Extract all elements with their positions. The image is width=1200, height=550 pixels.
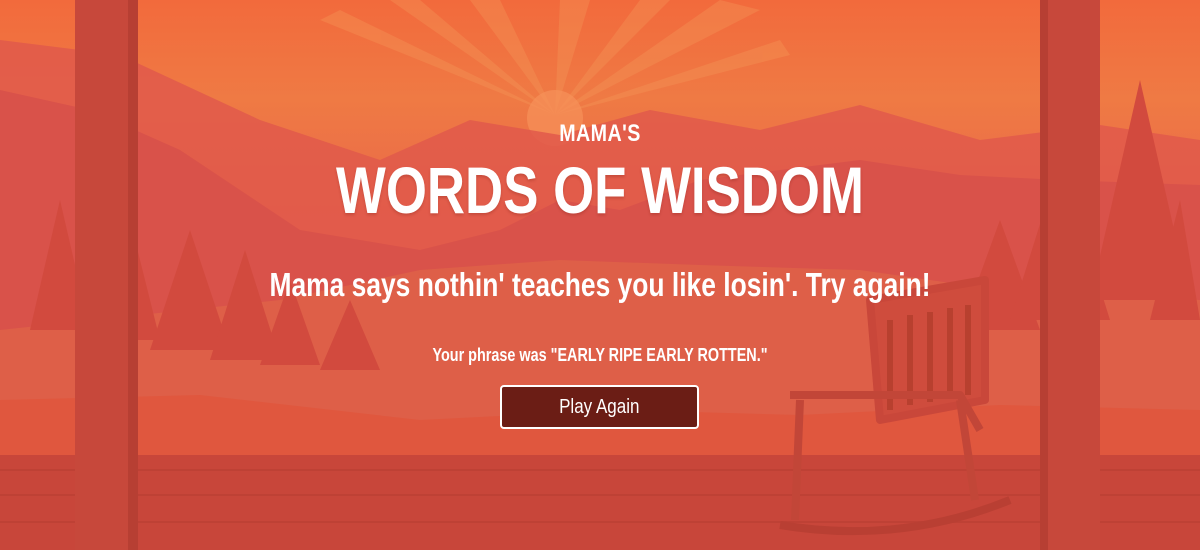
phrase-reveal: Your phrase was "EARLY RIPE EARLY ROTTEN…	[432, 345, 768, 365]
loss-message: Mama says nothin' teaches you like losin…	[269, 266, 931, 303]
play-again-label: Play Again	[559, 396, 640, 418]
game-subtitle: MAMA'S	[559, 120, 641, 147]
game-title: WORDS OF WISDOM	[336, 153, 864, 227]
play-again-button[interactable]: Play Again	[500, 385, 699, 429]
game-over-panel: MAMA'S WORDS OF WISDOM Mama says nothin'…	[0, 0, 1200, 550]
game-stage: MAMA'S WORDS OF WISDOM Mama says nothin'…	[0, 0, 1200, 550]
